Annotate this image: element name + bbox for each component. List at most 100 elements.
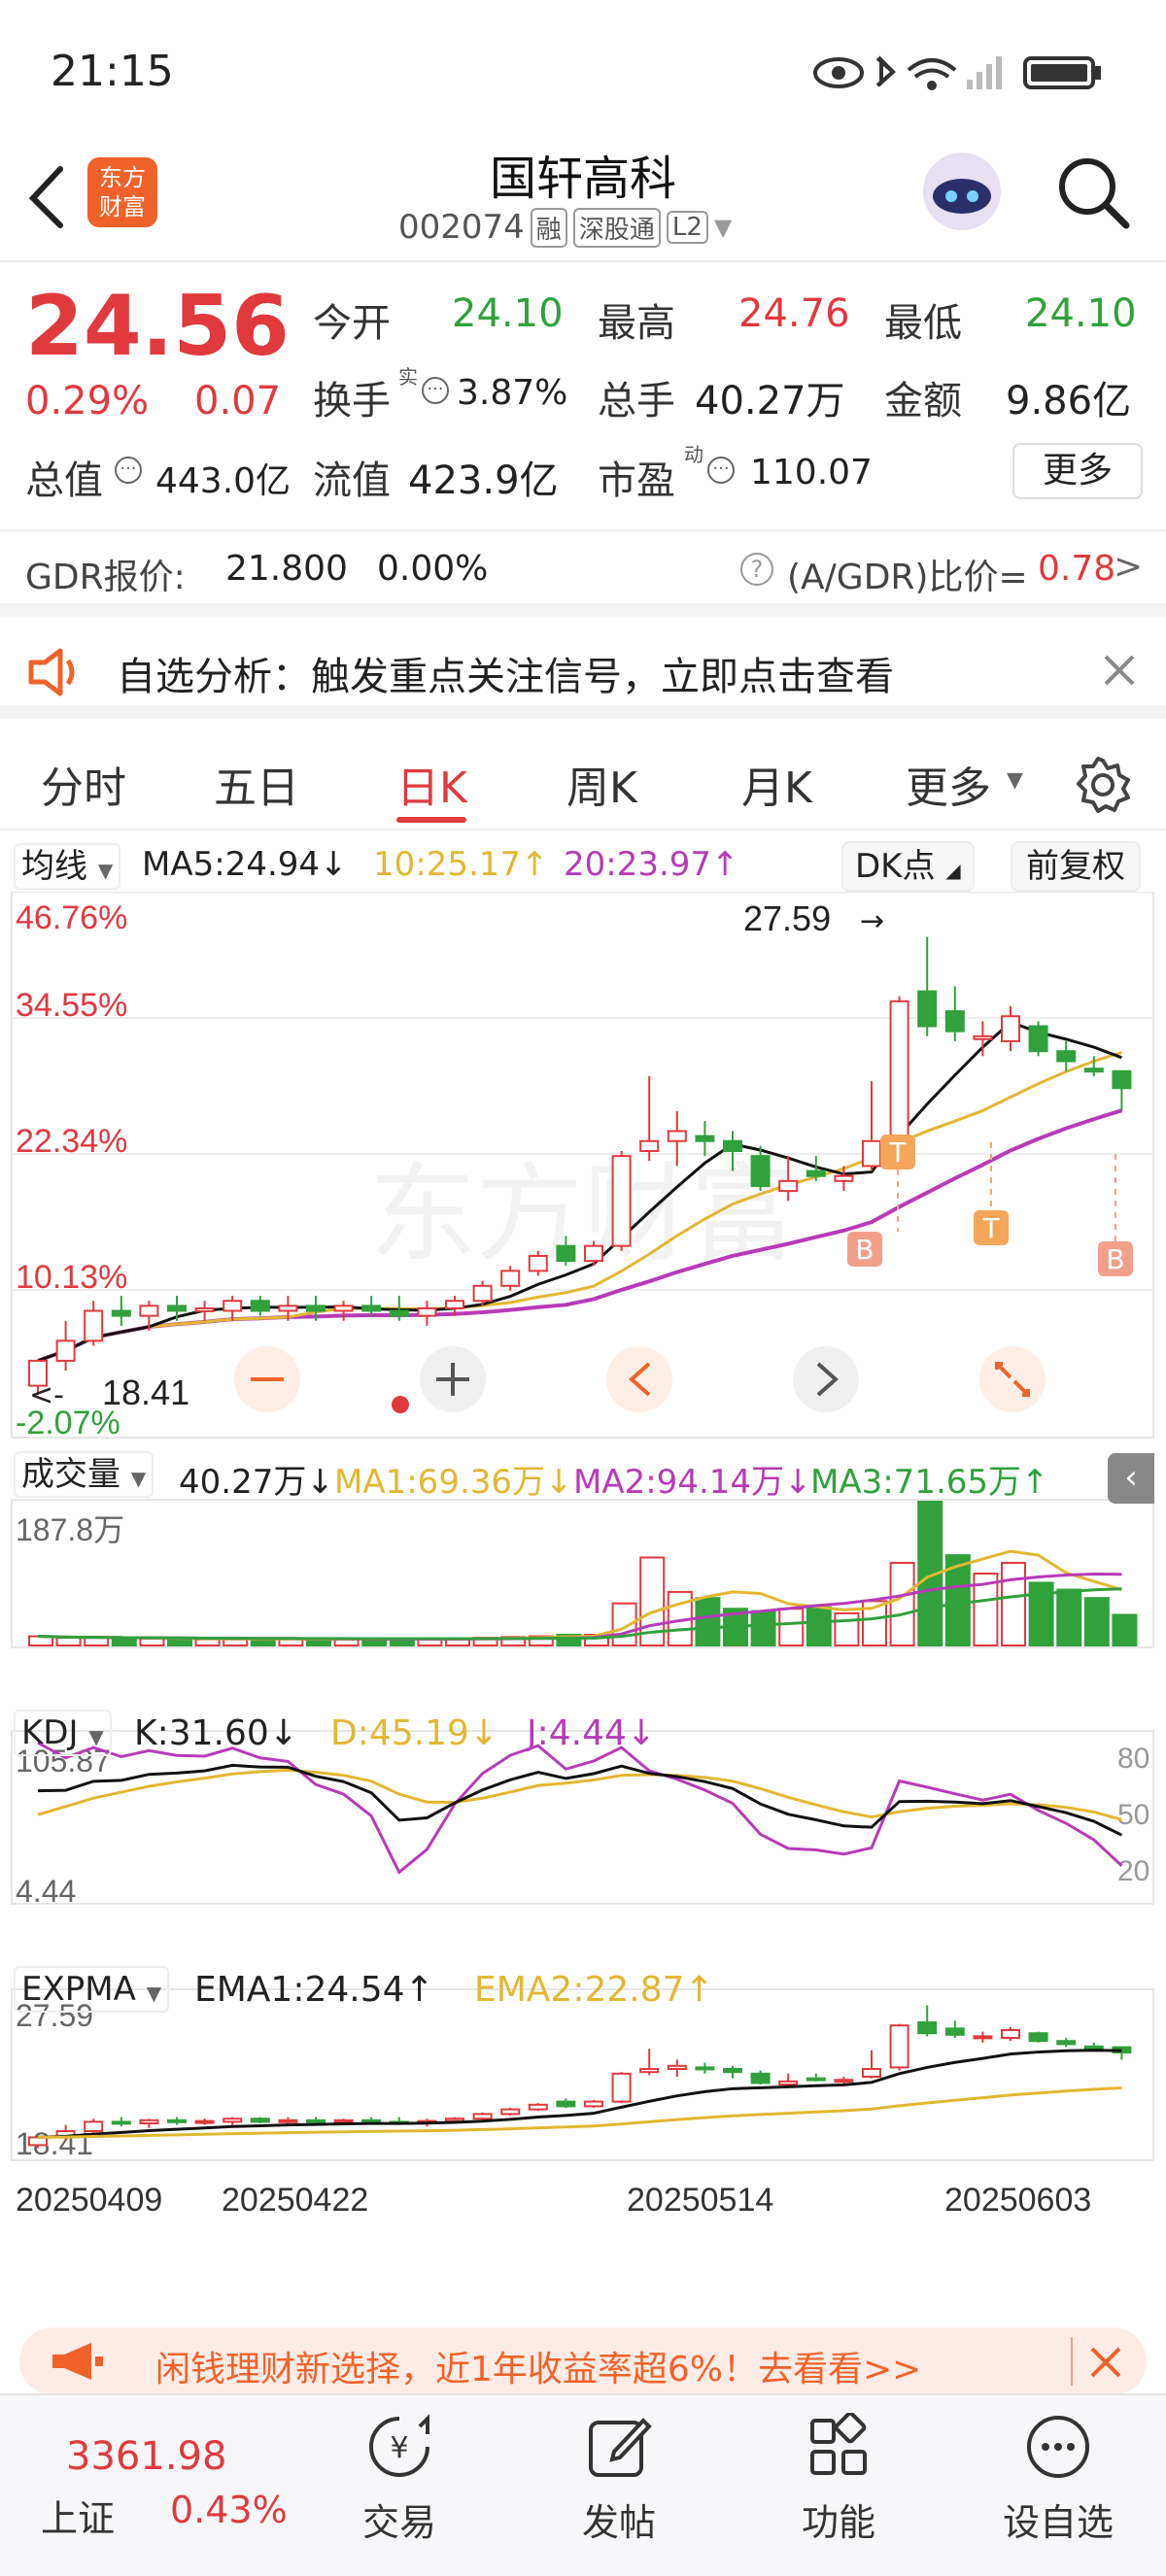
candle <box>1112 1069 1132 1111</box>
candle-body <box>778 2080 799 2086</box>
nav-trade[interactable]: ¥ 交易 <box>326 2395 472 2544</box>
zoom-out-button[interactable] <box>234 1346 300 1412</box>
volume-select-label: 成交量 <box>21 1455 120 1494</box>
axis-label: 34.55% <box>16 987 127 1024</box>
change-amt: 0.07 <box>194 379 282 424</box>
help-icon[interactable]: ? <box>740 553 773 586</box>
chevron-right-icon: > <box>1114 547 1144 587</box>
float-label: 流值 <box>313 458 391 503</box>
expma-select[interactable]: EXPMA ▼ <box>14 1966 170 2013</box>
volume-ma1: MA1:69.36万↓ <box>334 1463 573 1502</box>
nav-features[interactable]: 功能 <box>766 2395 911 2544</box>
dk-signal-button[interactable]: DK点 ◢ <box>841 841 975 892</box>
arrow-right-icon: → <box>860 904 884 938</box>
ad-divider <box>1071 2337 1073 2386</box>
scroll-right-button[interactable] <box>793 1346 859 1412</box>
candle-body <box>84 1309 104 1342</box>
close-icon[interactable] <box>1100 651 1139 690</box>
candle-body <box>361 2118 382 2123</box>
fullscreen-button[interactable] <box>979 1346 1046 1412</box>
volume-bars <box>28 1501 1138 1647</box>
candle-body <box>611 1155 632 1247</box>
chevron-down-icon[interactable]: ▼ <box>714 214 732 241</box>
info-icon[interactable]: ··· <box>707 457 735 484</box>
volume-select[interactable]: 成交量 ▼ <box>14 1451 154 1498</box>
candle-body <box>806 1169 826 1177</box>
tab-daily-k[interactable]: 日K <box>396 753 467 815</box>
close-icon[interactable] <box>1088 2345 1123 2380</box>
status-icons <box>813 55 1101 90</box>
robot-assistant-icon[interactable] <box>918 148 1006 235</box>
candle-body <box>500 2108 521 2116</box>
amount-label: 金额 <box>884 379 962 424</box>
nav-watchlist[interactable]: 设自选 <box>985 2395 1131 2544</box>
candle-body <box>1001 1015 1020 1042</box>
search-icon[interactable] <box>1054 153 1132 231</box>
notice-bar[interactable]: 自选分析：触发重点关注信号，立即点击查看 <box>0 622 1166 719</box>
turnover-label: 换手 <box>313 379 391 424</box>
index-pct[interactable]: 0.43% <box>170 2489 288 2531</box>
info-icon[interactable]: ··· <box>422 377 449 404</box>
candle-body <box>834 2079 854 2084</box>
candle <box>333 1301 354 1321</box>
zoom-in-button[interactable] <box>420 1346 486 1412</box>
index-name[interactable]: 上证 <box>41 2489 115 2542</box>
tag-connect: 深股通 <box>572 207 661 248</box>
candle <box>973 1021 993 1057</box>
megaphone-icon <box>52 2343 103 2380</box>
candle-body <box>139 1305 159 1317</box>
candle-body <box>84 2120 104 2133</box>
tab-intraday[interactable]: 分时 <box>41 753 126 815</box>
candle <box>55 1320 76 1372</box>
ad-banner[interactable]: 闲钱理财新选择，近1年收益率超6%！去看看>> <box>19 2327 1147 2395</box>
kline-chart-svg[interactable]: 东方财富 46.76% 34.55% 22.34% 10.13% -2.07% … <box>0 892 1166 2310</box>
collapse-panel-button[interactable]: ‹ <box>1108 1453 1154 1504</box>
tab-monthly-k[interactable]: 月K <box>741 753 812 815</box>
kdj-lines <box>37 1741 1123 1875</box>
volume-bar <box>194 1638 221 1647</box>
kdj-j: J:4.44↓ <box>527 1713 657 1753</box>
candle-body <box>278 2118 298 2123</box>
bottom-nav: 3361.98 上证 0.43% ¥ 交易 发帖 功能 设自选 <box>0 2393 1166 2576</box>
candle <box>1001 1005 1020 1052</box>
gdr-pct: 0.00% <box>377 549 489 589</box>
kdj-k: K:31.60↓ <box>134 1713 298 1753</box>
candle <box>500 2108 521 2116</box>
tab-more[interactable]: 更多 <box>906 753 991 815</box>
gear-icon[interactable] <box>1075 757 1131 813</box>
low-value: 24.10 <box>1025 291 1137 336</box>
candle-body <box>1001 2029 1020 2039</box>
status-bar: 21:15 <box>0 0 1166 146</box>
candle-body <box>611 2072 632 2103</box>
index-value[interactable]: 3361.98 <box>66 2434 226 2479</box>
candle-body <box>1083 2045 1104 2050</box>
tab-weekly-k[interactable]: 周K <box>566 753 637 815</box>
scroll-left-button[interactable] <box>606 1346 672 1412</box>
amount-value: 9.86亿 <box>1006 379 1132 424</box>
svg-text:B: B <box>1106 1243 1124 1275</box>
kdj-select[interactable]: KDJ ▼ <box>14 1710 112 1756</box>
info-icon[interactable]: ··· <box>115 457 142 484</box>
active-tab-indicator <box>396 817 466 823</box>
candle-body <box>333 2118 354 2123</box>
chevron-down-icon: ▼ <box>1007 768 1023 793</box>
date-label: 20250603 <box>944 2182 1091 2219</box>
ema1-line <box>37 2049 1122 2139</box>
page-indicator <box>392 1396 409 1413</box>
candle <box>611 1151 632 1251</box>
candle <box>973 2031 993 2043</box>
candle-body <box>667 2064 687 2071</box>
kline-chart-area[interactable]: 均线 ▼ MA5:24.94↓ 10:25.17↑ 20:23.97↑ DK点 … <box>0 833 1166 2310</box>
expma-lines <box>37 2049 1122 2139</box>
date-label: 20250514 <box>627 2182 773 2219</box>
gdr-row[interactable]: GDR报价: 21.800 0.00% ? (A/GDR)比价= 0.78 > <box>0 529 1166 617</box>
signal-t-badge: T <box>880 1135 915 1169</box>
more-button[interactable]: 更多 <box>1012 443 1143 499</box>
adjust-button[interactable]: 前复权 <box>1011 841 1141 892</box>
indicator-select[interactable]: 均线 ▼ <box>14 843 121 890</box>
candle-body <box>528 1254 548 1272</box>
volume-value: 40.27万 <box>695 379 845 424</box>
tab-5day[interactable]: 五日 <box>214 753 299 815</box>
eye-icon <box>813 57 864 88</box>
nav-post[interactable]: 发帖 <box>546 2395 692 2544</box>
